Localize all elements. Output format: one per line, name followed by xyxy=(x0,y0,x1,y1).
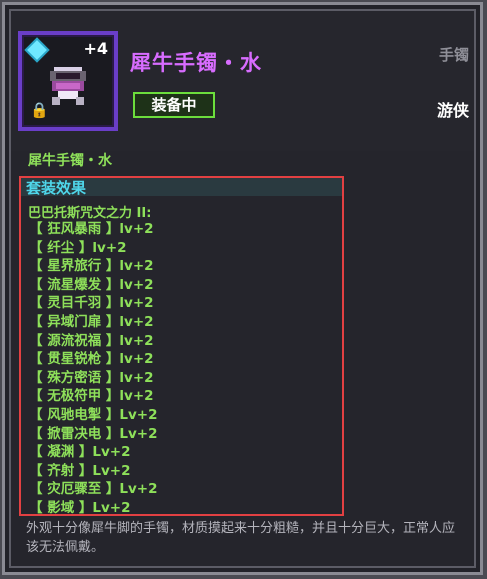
set-skill-item: 【 凝渊 】Lv+2 xyxy=(29,444,131,461)
set-bonus-name: 巴巴托斯咒文之力 II: xyxy=(28,206,152,221)
bracelet-item-icon xyxy=(50,67,86,105)
set-skill-item: 【 灾厄骤至 】Lv+2 xyxy=(29,481,158,498)
item-class: 游侠 xyxy=(436,101,469,120)
item-subname: 犀牛手镯・水 xyxy=(28,153,112,169)
item-name: 犀牛手镯・水 xyxy=(130,51,262,75)
lock-icon: 🔒 xyxy=(30,101,49,119)
set-skill-item: 【 狂风暴雨 】lv+2 xyxy=(29,221,154,237)
item-icon-slot[interactable]: +4 🔒 xyxy=(18,31,118,131)
set-effect-title: 套装效果 xyxy=(26,179,87,197)
set-skill-item: 【 齐射 】Lv+2 xyxy=(29,462,131,479)
set-skill-item: 【 风驰电掣 】Lv+2 xyxy=(29,406,158,423)
set-skill-item: 【 掀雷决电 】Lv+2 xyxy=(29,425,158,442)
item-type: 手镯 xyxy=(438,46,469,64)
set-skill-item: 【 影域 】Lv+2 xyxy=(29,499,131,516)
set-skill-item: 【 流星爆发 】lv+2 xyxy=(29,276,154,293)
equipped-badge: 装备中 xyxy=(133,92,215,118)
set-skill-item: 【 异域门扉 】lv+2 xyxy=(29,313,154,330)
item-description: 外观十分像犀牛脚的手镯，材质摸起来十分粗糙，并且十分巨大，正常人应该无法佩戴。 xyxy=(26,521,456,555)
set-skill-item: 【 星界旅行 】lv+2 xyxy=(29,258,154,275)
enhance-level: +4 xyxy=(83,39,108,58)
set-title-bar: 套装效果 xyxy=(21,178,342,197)
set-skill-list: 【 狂风暴雨 】lv+2 【 纤尘 】lv+2 【 星界旅行 】lv+2 【 流… xyxy=(29,220,158,518)
diamond-gem-icon xyxy=(27,40,47,60)
set-skill-item: 【 贯星锐枪 】lv+2 xyxy=(29,351,154,368)
set-effect-panel: 套装效果 巴巴托斯咒文之力 II: 【 狂风暴雨 】lv+2 【 纤尘 】lv+… xyxy=(19,176,344,516)
set-skill-item: 【 纤尘 】lv+2 xyxy=(29,239,127,256)
set-skill-item: 【 源流祝福 】lv+2 xyxy=(29,332,154,349)
set-skill-item: 【 灵目千羽 】lv+2 xyxy=(29,295,154,312)
set-skill-item: 【 无极符甲 】lv+2 xyxy=(29,388,154,405)
set-skill-item: 【 殊方密语 】lv+2 xyxy=(29,369,154,386)
